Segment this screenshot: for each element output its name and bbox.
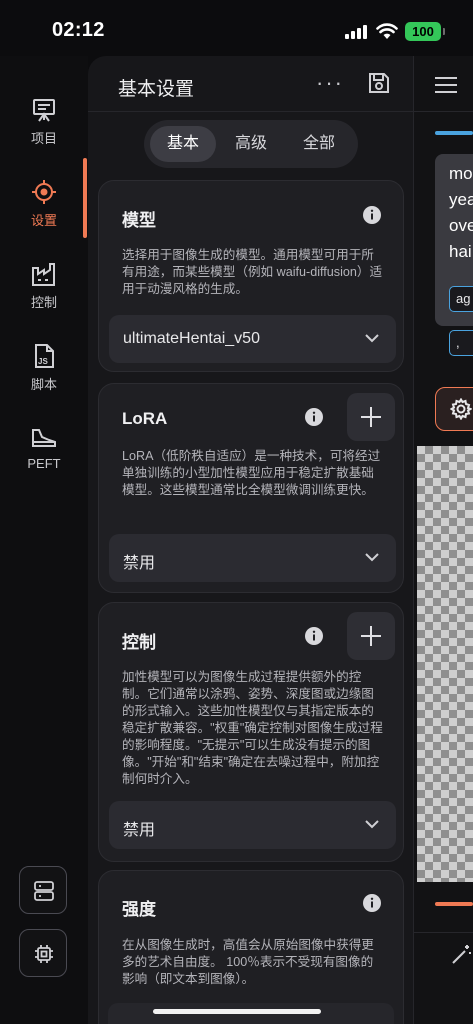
prompt-line: mo [449, 164, 473, 183]
magic-wand-icon[interactable] [450, 942, 473, 966]
nav-item-settings[interactable]: 设置 [0, 168, 88, 238]
save-icon[interactable] [366, 70, 392, 96]
settings-panel: 基本设置 ··· 基本 高级 全部 模型 选择用于图像生成的模型。通用模型可用于… [88, 56, 414, 1024]
info-icon[interactable] [304, 407, 324, 427]
canvas-accent-line [435, 902, 473, 906]
sneaker-icon [32, 429, 56, 447]
cellular-signal-icon [345, 25, 369, 39]
lora-select[interactable]: 禁用 [109, 534, 396, 582]
svg-text:JS: JS [38, 357, 48, 366]
nav-label-projects: 项目 [30, 131, 57, 146]
strength-description: 在从图像生成时，高值会从原始图像中获得更多的艺术自由度。 100％表示不受现有图… [122, 938, 374, 986]
info-icon[interactable] [362, 893, 382, 913]
chevron-down-icon [365, 334, 379, 343]
add-lora-button[interactable] [347, 393, 395, 441]
status-time: 02:12 [52, 19, 105, 41]
lora-card: LoRA LoRA（低阶秩自适应）是一种技术，可将经过单独训练的小型加性模型应用… [98, 383, 404, 593]
model-card: 模型 选择用于图像生成的模型。通用模型可用于所有用途，而某些模型（例如 waif… [98, 180, 404, 372]
wifi-icon [376, 23, 398, 39]
control-description: 加性模型可以为图像生成过程提供额外的控制。它们通常以涂鸦、姿势、深度图或边缘图的… [122, 670, 383, 786]
nav-active-indicator [83, 158, 87, 238]
canvas-area: mo yea ove hai ag , [414, 56, 473, 1024]
gear-icon [450, 398, 472, 420]
prompt-line: hai [449, 242, 472, 261]
factory-icon [32, 263, 55, 286]
nav-item-peft[interactable]: PEFT [0, 414, 88, 484]
model-description: 选择用于图像生成的模型。通用模型可用于所有用途，而某些模型（例如 waifu-d… [122, 248, 383, 296]
info-icon[interactable] [304, 626, 324, 646]
model-select[interactable]: ultimateHentai_v50 [109, 315, 396, 363]
tag-chip[interactable]: , [449, 330, 473, 356]
menu-icon[interactable] [434, 76, 458, 94]
settings-button[interactable] [435, 387, 473, 431]
battery-indicator: 100 [405, 22, 445, 41]
strength-card: 强度 在从图像生成时，高值会从原始图像中获得更多的艺术自由度。 100％表示不受… [98, 870, 404, 1024]
lora-description: LoRA（低阶秩自适应）是一种技术，可将经过单独训练的小型加性模型应用于稳定扩散… [122, 449, 381, 497]
tag-chip[interactable]: ag [449, 286, 473, 312]
server-icon [34, 881, 54, 901]
model-select-value: ultimateHentai_v50 [123, 330, 260, 347]
nav-item-control[interactable]: 控制 [0, 250, 88, 320]
tab-advanced[interactable]: 高级 [218, 126, 284, 162]
home-indicator [153, 1009, 321, 1014]
nav-label-control: 控制 [30, 295, 57, 310]
lora-select-value: 禁用 [123, 555, 156, 572]
nav-label-settings: 设置 [30, 213, 57, 228]
prompt-line: yea [449, 190, 473, 209]
settings-target-icon [32, 180, 56, 204]
nav-item-scripts[interactable]: JS 脚本 [0, 332, 88, 402]
model-title: 模型 [122, 211, 156, 230]
easel-icon [33, 99, 55, 122]
plus-icon [361, 626, 381, 646]
canvas-divider [414, 932, 473, 933]
chip-icon [35, 945, 53, 963]
chevron-down-icon [365, 820, 379, 829]
tab-basic[interactable]: 基本 [150, 126, 216, 162]
app-root: 02:12 100 项目 设置 控制 JS 脚本 PEFT 基本设置 ··· 基… [0, 0, 473, 1024]
control-card: 控制 加性模型可以为图像生成过程提供额外的控制。它们通常以涂鸦、姿势、深度图或边… [98, 602, 404, 862]
panel-title: 基本设置 [118, 79, 195, 100]
prompt-accent-line [435, 131, 473, 135]
nav-rail: 项目 设置 控制 JS 脚本 PEFT [0, 56, 88, 1024]
lora-title: LoRA [122, 409, 168, 428]
chip-button[interactable] [19, 929, 67, 977]
nav-label-peft: PEFT [27, 456, 61, 471]
control-select[interactable]: 禁用 [109, 801, 396, 849]
nav-item-projects[interactable]: 项目 [0, 86, 88, 156]
prompt-box[interactable]: mo yea ove hai ag [435, 154, 473, 326]
server-button[interactable] [19, 866, 67, 914]
canvas-divider [414, 111, 473, 112]
strength-title: 强度 [122, 900, 156, 919]
plus-icon [361, 407, 381, 427]
tab-all[interactable]: 全部 [286, 126, 352, 162]
control-title: 控制 [122, 633, 156, 652]
js-file-icon: JS [35, 344, 54, 368]
add-control-button[interactable] [347, 612, 395, 660]
status-bar: 02:12 100 [0, 0, 473, 56]
more-options-button[interactable]: ··· [316, 70, 344, 96]
chevron-down-icon [365, 553, 379, 562]
control-select-value: 禁用 [123, 822, 156, 839]
transparent-canvas[interactable] [417, 446, 473, 882]
panel-divider [88, 111, 414, 112]
nav-label-scripts: 脚本 [30, 377, 57, 392]
info-icon[interactable] [362, 205, 382, 225]
settings-mode-tabs: 基本 高级 全部 [144, 120, 358, 168]
prompt-line: ove [449, 216, 473, 235]
